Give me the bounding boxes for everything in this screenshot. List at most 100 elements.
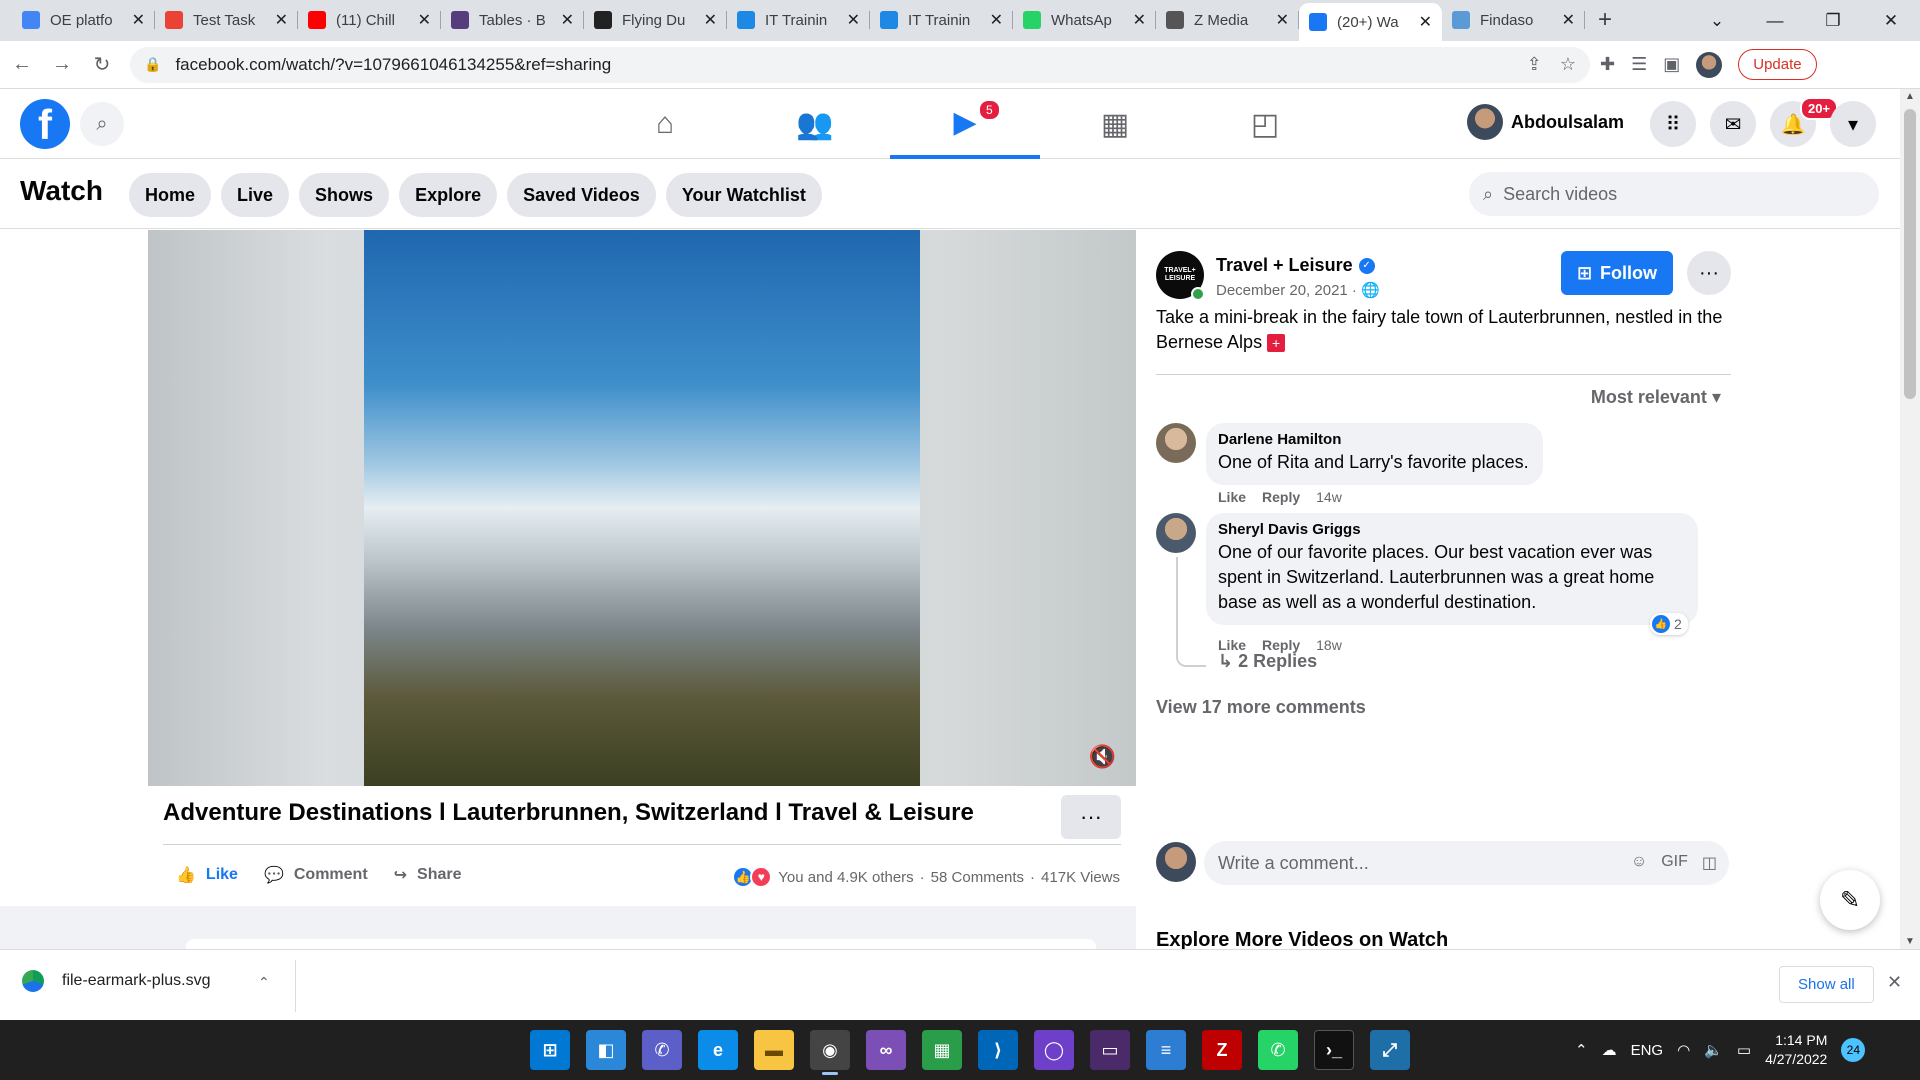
language-indicator[interactable]: ENG [1631, 1042, 1664, 1059]
side-panel-icon[interactable]: ▣ [1663, 54, 1680, 75]
github-desktop-icon[interactable]: ◯ [1034, 1030, 1074, 1070]
write-comment-input[interactable]: Write a comment... ☺ GIF ◫ [1204, 841, 1729, 885]
page-name-link[interactable]: Travel + Leisure ✓ [1216, 255, 1375, 276]
chrome-icon[interactable]: ◉ [810, 1030, 850, 1075]
nav-gaming-icon[interactable]: ◰ [1190, 89, 1340, 159]
watch-pill-home[interactable]: Home [129, 173, 212, 217]
account-dropdown-icon[interactable]: ▾ [1830, 101, 1876, 147]
tab-search-icon[interactable]: ⌄ [1688, 0, 1746, 41]
post-more-button[interactable]: ··· [1687, 251, 1731, 295]
download-item[interactable]: file-earmark-plus.svg [22, 970, 210, 992]
lock-icon[interactable]: 🔒 [144, 56, 161, 73]
extensions-icon[interactable]: ✚ [1600, 54, 1615, 75]
browser-tab[interactable]: IT Trainin ✕ [727, 3, 870, 37]
search-icon[interactable]: ⌕ [80, 102, 124, 146]
emoji-icon[interactable]: ☺ [1631, 853, 1647, 873]
wifi-icon[interactable]: ◠ [1677, 1041, 1690, 1059]
nav-marketplace-icon[interactable]: ▦ [1040, 89, 1190, 159]
update-button[interactable]: Update [1738, 49, 1817, 80]
visual-studio-icon[interactable]: ∞ [866, 1030, 906, 1070]
comment-reply-link[interactable]: Reply [1262, 489, 1300, 505]
commenter-avatar[interactable] [1156, 423, 1196, 463]
browser-tab[interactable]: Z Media ✕ [1156, 3, 1299, 37]
filezilla-icon[interactable]: Z [1202, 1030, 1242, 1070]
address-bar[interactable]: 🔒 facebook.com/watch/?v=1079661046134255… [130, 46, 1590, 83]
like-button[interactable]: 👍 Like [176, 865, 238, 885]
bookmark-star-icon[interactable]: ☆ [1560, 54, 1576, 75]
nav-watch-icon[interactable]: ▶ 5 [890, 89, 1040, 159]
comment-reactions[interactable]: 👍 2 [1650, 613, 1688, 635]
menu-grid-icon[interactable]: ⠿ [1650, 101, 1696, 147]
tab-close-icon[interactable]: ✕ [1562, 10, 1575, 30]
chevron-up-icon[interactable]: ⌃ [1575, 1041, 1588, 1059]
browser-tab[interactable]: Test Task ✕ [155, 3, 298, 37]
watch-pill-explore[interactable]: Explore [399, 173, 498, 217]
commenter-name[interactable]: Sheryl Davis Griggs [1218, 521, 1684, 538]
browser-tab[interactable]: OE platfo ✕ [12, 3, 155, 37]
watch-pill-saved-videos[interactable]: Saved Videos [507, 173, 656, 217]
view-more-comments-link[interactable]: View 17 more comments [1156, 697, 1366, 718]
minimize-button[interactable]: — [1746, 0, 1804, 41]
terminal-purple-icon[interactable]: ▭ [1090, 1030, 1130, 1070]
commenter-name[interactable]: Darlene Hamilton [1218, 431, 1529, 448]
reading-list-icon[interactable]: ☰ [1631, 54, 1647, 75]
comment-button[interactable]: 💬 Comment [264, 865, 368, 885]
comments-count[interactable]: 58 Comments [931, 869, 1024, 886]
view-replies-link[interactable]: ↳ 2 Replies [1218, 651, 1317, 672]
reactions-text[interactable]: You and 4.9K others [778, 869, 913, 886]
share-button[interactable]: ↪ Share [394, 865, 462, 885]
facebook-logo[interactable]: f [20, 99, 70, 149]
sort-dropdown[interactable]: Most relevant ▾ [1591, 387, 1721, 408]
post-date[interactable]: December 20, 2021 · 🌐 [1216, 281, 1380, 299]
spreadsheet-app-icon[interactable]: ▦ [922, 1030, 962, 1070]
tab-close-icon[interactable]: ✕ [847, 10, 860, 30]
commenter-avatar[interactable] [1156, 513, 1196, 553]
show-all-button[interactable]: Show all [1779, 966, 1874, 1003]
vscode-icon[interactable]: ⟩ [978, 1030, 1018, 1070]
remote-app-icon[interactable]: ⤢ [1370, 1030, 1410, 1070]
messenger-icon[interactable]: ✉ [1710, 101, 1756, 147]
tab-close-icon[interactable]: ✕ [275, 10, 288, 30]
browser-tab[interactable]: IT Trainin ✕ [870, 3, 1013, 37]
restore-button[interactable]: ❐ [1804, 0, 1862, 41]
browser-tab[interactable]: (20+) Wa ✕ [1299, 3, 1442, 41]
browser-tab[interactable]: Tables · B ✕ [441, 3, 584, 37]
watch-pill-shows[interactable]: Shows [299, 173, 390, 217]
comment-like-link[interactable]: Like [1218, 489, 1246, 505]
tab-close-icon[interactable]: ✕ [1276, 10, 1289, 30]
start-windows-icon[interactable]: ⊞ [530, 1030, 570, 1070]
browser-tab[interactable]: Flying Du ✕ [584, 3, 727, 37]
watch-pill-your-watchlist[interactable]: Your Watchlist [665, 173, 822, 217]
tab-close-icon[interactable]: ✕ [704, 10, 717, 30]
whatsapp-icon[interactable]: ✆ [1258, 1030, 1298, 1070]
file-explorer-icon[interactable]: ▬ [754, 1030, 794, 1070]
search-videos-input[interactable]: ⌕ Search videos [1469, 172, 1879, 216]
share-icon[interactable]: ⇪ [1527, 54, 1542, 75]
follow-button[interactable]: ⊞ Follow [1561, 251, 1673, 295]
scrollbar-thumb[interactable] [1904, 109, 1916, 399]
video-player[interactable]: 🔇 [148, 230, 1136, 786]
tab-close-icon[interactable]: ✕ [1419, 12, 1432, 32]
notepad-icon[interactable]: ≡ [1146, 1030, 1186, 1070]
onedrive-cloud-icon[interactable]: ☁ [1602, 1041, 1617, 1059]
widgets-icon[interactable]: ◧ [586, 1030, 626, 1070]
comment-time[interactable]: 14w [1316, 489, 1342, 505]
chevron-up-icon[interactable]: ⌃ [258, 974, 270, 991]
reload-button[interactable]: ↻ [84, 47, 120, 83]
notifications-bell-icon[interactable]: 🔔 20+ [1770, 97, 1839, 147]
notification-count-badge[interactable]: 24 [1841, 1038, 1866, 1062]
teams-chat-icon[interactable]: ✆ [642, 1030, 682, 1070]
close-window-button[interactable]: ✕ [1862, 0, 1920, 41]
gif-icon[interactable]: GIF [1661, 853, 1688, 873]
scroll-up-arrow-icon[interactable]: ▲ [1905, 91, 1915, 102]
edge-icon[interactable]: e [698, 1030, 738, 1070]
clock[interactable]: 1:14 PM 4/27/2022 [1765, 1031, 1827, 1069]
tab-close-icon[interactable]: ✕ [418, 10, 431, 30]
tab-close-icon[interactable]: ✕ [132, 10, 145, 30]
watch-pill-live[interactable]: Live [221, 173, 290, 217]
tab-close-icon[interactable]: ✕ [990, 10, 1003, 30]
browser-tab[interactable]: Findaso ✕ [1442, 3, 1585, 37]
command-prompt-icon[interactable]: ›_ [1314, 1030, 1354, 1070]
nav-home-icon[interactable]: ⌂ [590, 89, 740, 159]
speaker-icon[interactable]: 🔈 [1704, 1041, 1723, 1059]
